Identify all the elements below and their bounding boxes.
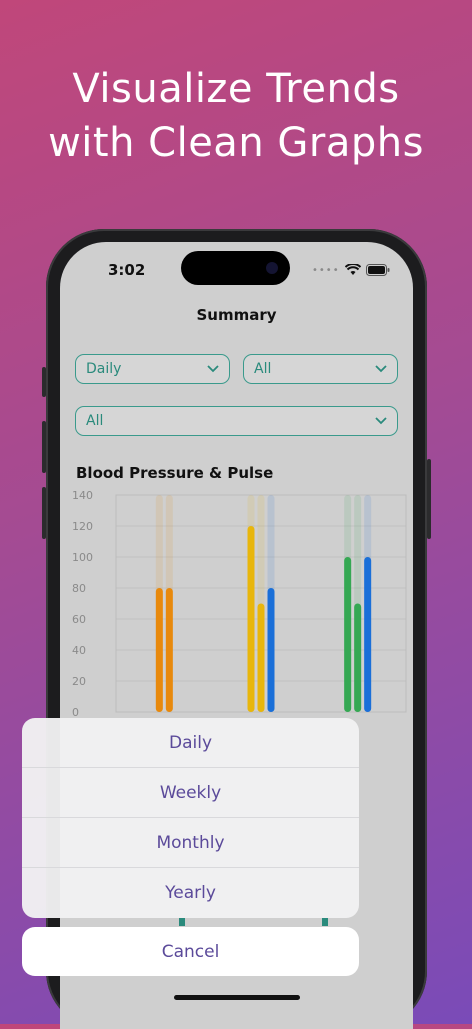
sheet-option-yearly[interactable]: Yearly: [22, 868, 359, 918]
headline-line-2: with Clean Graphs: [48, 120, 424, 166]
period-action-sheet: Daily Weekly Monthly Yearly: [22, 718, 359, 918]
data-bar: [344, 557, 352, 712]
y-tick-label: 20: [72, 675, 86, 688]
power-button: [427, 459, 431, 539]
battery-icon: [365, 264, 390, 276]
data-bar: [267, 588, 275, 712]
headline: Visualize Trends with Clean Graphs: [0, 62, 472, 170]
volume-up-button: [42, 421, 46, 473]
data-bar: [354, 603, 362, 712]
chart-marker: [322, 918, 328, 926]
signal-dots-icon: ••••: [312, 264, 340, 276]
period-dropdown-value: Daily: [86, 361, 122, 377]
y-tick-label: 100: [72, 551, 93, 564]
status-icons: ••••: [312, 263, 390, 277]
y-tick-label: 60: [72, 613, 86, 626]
blood-pressure-chart: 0 20 40 60 80 100 120 140: [72, 489, 407, 717]
type-dropdown[interactable]: All: [243, 354, 398, 384]
data-bar: [364, 557, 372, 712]
sheet-option-weekly[interactable]: Weekly: [22, 768, 359, 818]
y-tick-label: 140: [72, 489, 93, 502]
headline-line-1: Visualize Trends: [72, 66, 400, 112]
home-indicator: [174, 995, 300, 1000]
mute-switch: [42, 367, 46, 397]
cancel-button[interactable]: Cancel: [22, 927, 359, 976]
category-dropdown[interactable]: All: [75, 406, 398, 436]
data-bar: [257, 603, 265, 712]
y-tick-label: 0: [72, 706, 79, 717]
wifi-icon: [344, 264, 361, 275]
sheet-option-monthly[interactable]: Monthly: [22, 818, 359, 868]
y-tick-label: 40: [72, 644, 86, 657]
y-tick-label: 120: [72, 520, 93, 533]
data-bar: [155, 588, 163, 712]
period-dropdown[interactable]: Daily: [75, 354, 230, 384]
category-dropdown-value: All: [86, 413, 104, 429]
chart-title: Blood Pressure & Pulse: [76, 464, 274, 482]
data-bar: [165, 588, 173, 712]
type-dropdown-value: All: [254, 361, 272, 377]
y-tick-label: 80: [72, 582, 86, 595]
dynamic-island: [181, 251, 290, 285]
camera-icon: [266, 262, 278, 274]
status-time: 3:02: [108, 261, 146, 279]
chevron-down-icon: [375, 365, 387, 373]
chart-marker: [179, 918, 185, 926]
data-bar: [247, 526, 255, 712]
page-title: Summary: [196, 306, 277, 324]
volume-down-button: [42, 487, 46, 539]
chevron-down-icon: [375, 417, 387, 425]
chevron-down-icon: [207, 365, 219, 373]
sheet-option-daily[interactable]: Daily: [22, 718, 359, 768]
